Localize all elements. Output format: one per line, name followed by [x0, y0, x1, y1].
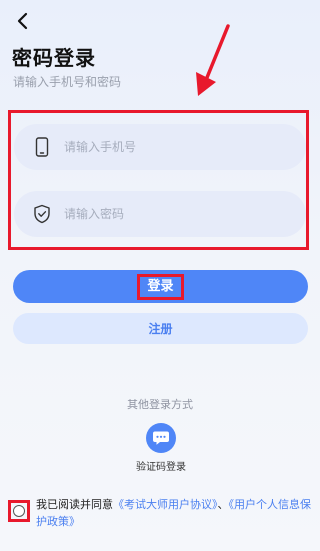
login-button[interactable]: 登录	[13, 270, 308, 303]
agreement-checkbox[interactable]	[8, 500, 30, 522]
password-field[interactable]	[14, 191, 306, 237]
chevron-left-icon	[17, 12, 28, 30]
shield-check-icon	[32, 204, 52, 224]
user-agreement-link[interactable]: 《考试大师用户协议》	[113, 498, 218, 511]
page-title: 密码登录	[12, 46, 96, 70]
agreement-prefix: 我已阅读并同意	[36, 498, 113, 511]
chat-bubble-icon	[153, 431, 169, 445]
agreement-text: 我已阅读并同意《考试大师用户协议》、《用户个人信息保护政策》	[36, 496, 314, 530]
other-login-title: 其他登录方式	[127, 398, 193, 411]
annotation-arrow-icon	[196, 24, 230, 96]
login-button-label: 登录	[137, 273, 184, 300]
phone-input[interactable]	[64, 140, 264, 154]
sms-login-label: 验证码登录	[136, 462, 186, 473]
sms-login-button[interactable]	[146, 423, 176, 453]
password-input[interactable]	[64, 207, 264, 221]
back-button[interactable]	[12, 10, 32, 32]
phone-icon	[32, 137, 52, 157]
agreement-separator: 、	[217, 498, 229, 511]
register-button[interactable]: 注册	[13, 313, 308, 344]
radio-circle-icon	[13, 505, 25, 517]
page-subtitle: 请输入手机号和密码	[13, 75, 122, 89]
phone-field[interactable]	[14, 124, 306, 170]
